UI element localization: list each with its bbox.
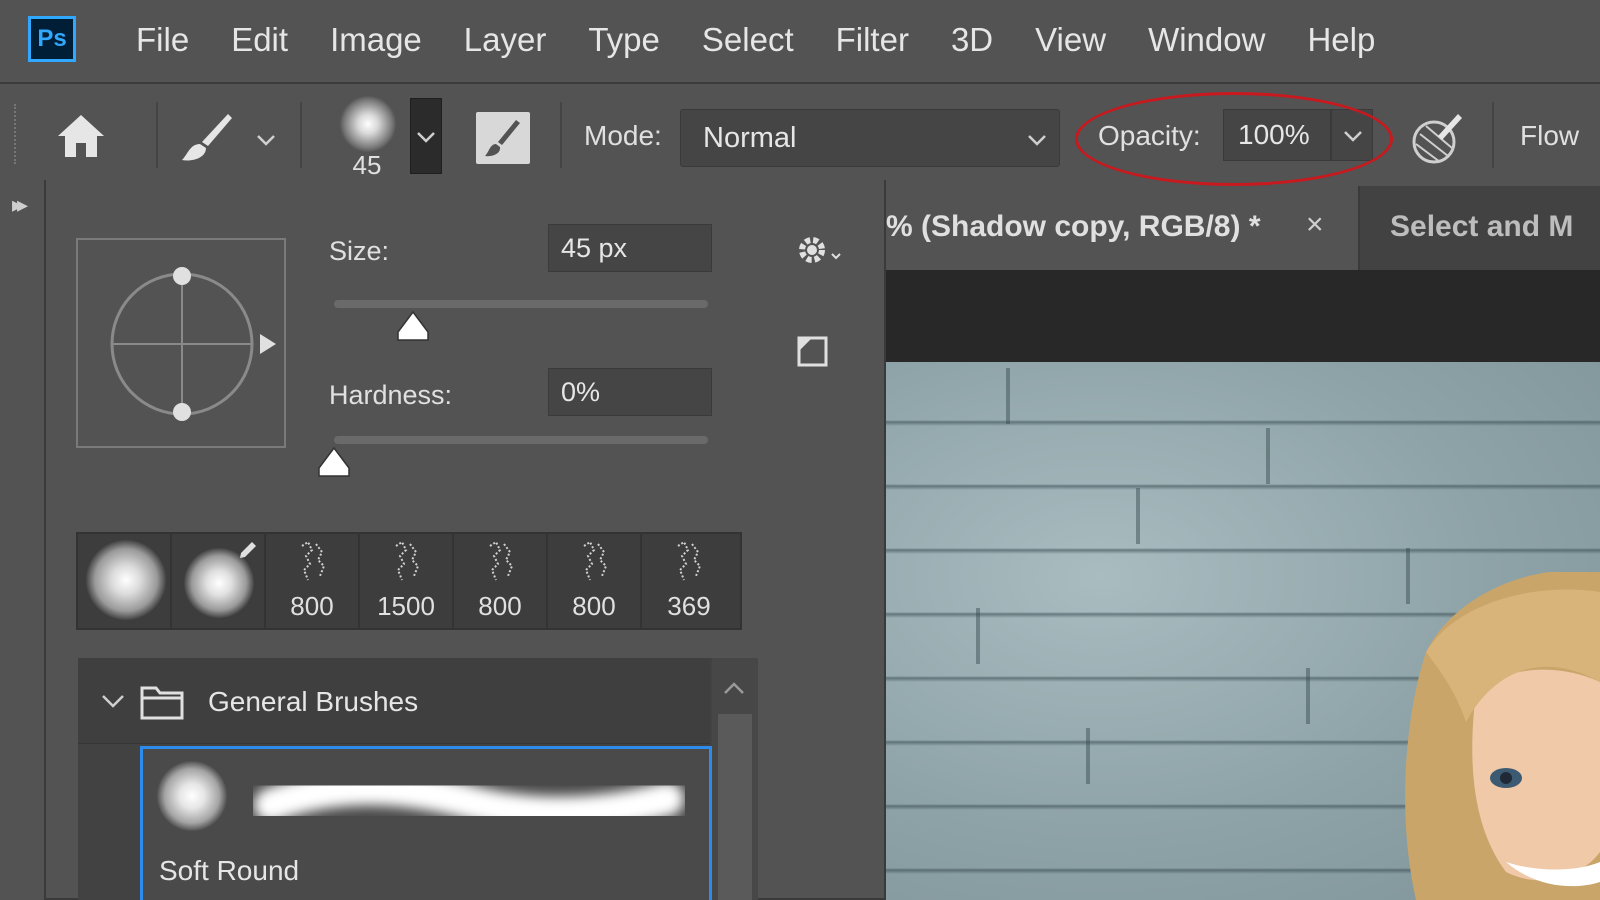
soft-round-brush-icon xyxy=(157,761,227,831)
separator xyxy=(1492,102,1494,168)
menu-bar: Ps File Edit Image Layer Type Select Fil… xyxy=(0,0,1600,80)
menu-select[interactable]: Select xyxy=(681,21,815,59)
brick-joint xyxy=(1136,488,1140,544)
mode-select[interactable]: Normal xyxy=(680,109,1060,167)
menu-3d[interactable]: 3D xyxy=(930,21,1014,59)
chevron-down-icon[interactable] xyxy=(100,688,126,714)
menu-image[interactable]: Image xyxy=(309,21,443,59)
new-preset-icon[interactable] xyxy=(796,332,830,368)
document-tab-bar: % (Shadow copy, RGB/8) * × Select and M xyxy=(886,186,1600,270)
size-slider-thumb[interactable] xyxy=(396,310,430,342)
annotation-highlight-ellipse xyxy=(1075,92,1393,186)
separator xyxy=(300,102,302,168)
preset-list-scrollbar[interactable] xyxy=(712,658,758,900)
options-bar: 45 Mode: Normal Opacity: 100% Flow xyxy=(0,82,1600,186)
photoshop-logo[interactable]: Ps xyxy=(28,16,76,62)
brush-tool-icon[interactable] xyxy=(178,110,234,164)
brush-size-number: 800 xyxy=(572,591,616,621)
menu-filter[interactable]: Filter xyxy=(815,21,930,59)
menu-window[interactable]: Window xyxy=(1127,21,1286,59)
canvas-pasteboard xyxy=(886,270,1600,362)
chevron-up-icon[interactable] xyxy=(722,678,746,698)
menu-view[interactable]: View xyxy=(1014,21,1127,59)
canvas-image[interactable] xyxy=(886,362,1600,900)
recent-brush[interactable]: 1500 xyxy=(360,534,454,628)
brush-angle-roundness-widget[interactable] xyxy=(76,238,286,448)
options-bar-grip[interactable] xyxy=(14,104,22,164)
brush-settings-toggle[interactable] xyxy=(476,112,530,164)
brush-size-readout: 45 xyxy=(352,150,382,180)
brush-size-number: 800 xyxy=(290,591,334,621)
recent-brush[interactable]: 800 xyxy=(548,534,642,628)
menu-items: File Edit Image Layer Type Select Filter… xyxy=(115,0,1396,80)
menu-edit[interactable]: Edit xyxy=(210,21,309,59)
document-tab-title: % (Shadow copy, RGB/8) * xyxy=(886,210,1261,243)
pressure-opacity-icon[interactable] xyxy=(1408,110,1464,166)
scatter-brush-icon xyxy=(489,540,514,581)
brush-preset-picker-button[interactable] xyxy=(410,98,442,174)
brush-preset-list: General Brushes Soft Round xyxy=(78,658,758,900)
brush-stroke-preview xyxy=(254,771,684,831)
soft-round-brush-icon xyxy=(86,540,166,620)
mode-value: Normal xyxy=(703,122,797,154)
separator xyxy=(156,102,158,168)
brick-joint xyxy=(1086,728,1090,784)
chevron-down-icon xyxy=(1028,135,1046,146)
menu-type[interactable]: Type xyxy=(567,21,681,59)
hardness-label: Hardness: xyxy=(329,380,453,410)
brick-joint xyxy=(976,608,980,664)
brush-size-number: 1500 xyxy=(377,591,435,621)
tool-preset-chevron-down-icon[interactable] xyxy=(254,128,278,152)
portrait-photo xyxy=(1405,572,1600,900)
brush-preset-preview[interactable] xyxy=(340,96,396,152)
document-tab-title: Select and M xyxy=(1390,210,1574,243)
gear-icon[interactable] xyxy=(792,230,846,270)
home-icon[interactable] xyxy=(55,112,107,160)
brick-joint xyxy=(1006,368,1010,424)
expand-panel-icon[interactable]: ▸▸ xyxy=(12,192,28,218)
angle-roundness-icon xyxy=(110,267,276,421)
recent-brush[interactable]: 800 xyxy=(454,534,548,628)
size-slider-track[interactable] xyxy=(334,300,708,308)
scrollbar-thumb[interactable] xyxy=(718,714,752,900)
scatter-brush-icon xyxy=(583,540,608,581)
recent-brushes-strip: 800 1500 800 800 369 xyxy=(76,532,742,630)
preset-item-soft-round[interactable]: Soft Round xyxy=(140,746,712,900)
chevron-down-icon xyxy=(417,132,435,143)
pencil-icon xyxy=(240,542,256,558)
folder-label: General Brushes xyxy=(208,686,419,717)
recent-brush[interactable]: 800 xyxy=(266,534,360,628)
menu-file[interactable]: File xyxy=(115,21,210,59)
scatter-brush-icon xyxy=(677,540,702,581)
brush-size-number: 800 xyxy=(478,591,522,621)
brick-joint xyxy=(1306,668,1310,724)
hardness-slider-thumb[interactable] xyxy=(317,446,351,478)
close-tab-icon[interactable]: × xyxy=(1306,208,1324,242)
brush-preset-picker: Size: 45 px Hardness: 0% 800 1500 800 80… xyxy=(44,180,886,900)
mode-label: Mode: xyxy=(584,120,662,151)
recent-brush[interactable] xyxy=(78,534,172,628)
menu-layer[interactable]: Layer xyxy=(443,21,568,59)
brush-settings-icon xyxy=(485,120,520,157)
recent-brush[interactable]: 369 xyxy=(642,534,736,628)
flow-label: Flow xyxy=(1520,120,1580,151)
folder-icon xyxy=(140,686,184,720)
preset-name: Soft Round xyxy=(159,855,300,886)
brush-folder-row[interactable]: General Brushes xyxy=(78,658,710,744)
menu-help[interactable]: Help xyxy=(1286,21,1396,59)
scatter-brush-icon xyxy=(395,540,420,581)
hardness-input[interactable]: 0% xyxy=(548,368,712,416)
document-tab-active[interactable]: % (Shadow copy, RGB/8) * × xyxy=(886,186,1358,270)
document-tab[interactable]: Select and M xyxy=(1360,186,1600,270)
hardness-slider-track[interactable] xyxy=(334,436,708,444)
size-label: Size: xyxy=(329,236,390,266)
size-input[interactable]: 45 px xyxy=(548,224,712,272)
scatter-brush-icon xyxy=(301,540,326,581)
brick-joint xyxy=(1266,428,1270,484)
brush-size-number: 369 xyxy=(667,591,711,621)
tools-panel-edge: ▸▸ xyxy=(0,186,46,900)
separator xyxy=(560,102,562,168)
recent-brush[interactable] xyxy=(172,534,266,628)
